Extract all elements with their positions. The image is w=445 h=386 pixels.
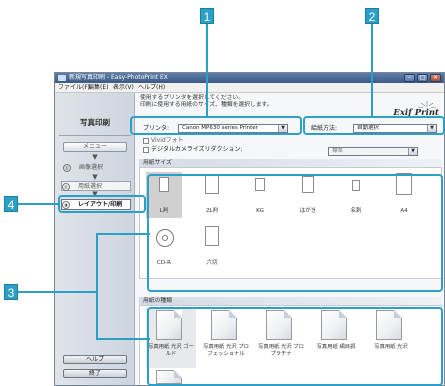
- vivid-photo-label: Vividフォト: [151, 137, 184, 144]
- media-type-frame: [147, 307, 443, 386]
- callout-line: [206, 24, 208, 116]
- callout-line: [18, 291, 98, 293]
- sidebar: 写真印刷 メニュー ▼ ① 画像選択 ▼ ② 用紙選択 ▼ ③ レイアウト/印刷 ヘル…: [55, 93, 135, 385]
- paper-size-header: 用紙サイズ: [139, 159, 442, 167]
- callout-4: 4: [4, 196, 18, 212]
- maximize-button[interactable]: □: [417, 74, 428, 82]
- callout-2: 2: [365, 8, 379, 24]
- step-number: ①: [63, 163, 71, 172]
- noise-reduction-value: 標準: [332, 148, 344, 154]
- noise-reduction-label: デジタルカメライズリダクション:: [151, 146, 243, 153]
- divider: [59, 135, 131, 136]
- noise-reduction-select[interactable]: 標準 ▼: [328, 147, 418, 156]
- instruction-line-1: 使用するプリンタを選択してください。: [140, 95, 244, 101]
- help-button[interactable]: ヘルプ: [63, 355, 127, 364]
- noise-reduction-checkbox[interactable]: [143, 147, 149, 153]
- menu-view[interactable]: 表示(V): [113, 83, 134, 92]
- sidebar-title: 写真印刷: [80, 118, 110, 127]
- menu-bar: ファイル(F) 編集(E) 表示(V) ヘルプ(H): [55, 83, 444, 93]
- callout-line: [96, 338, 150, 340]
- exit-button[interactable]: 終了: [63, 369, 127, 378]
- layout-print-frame: [58, 195, 146, 213]
- callout-line: [96, 233, 150, 235]
- arrow-down-icon: ▼: [92, 153, 98, 161]
- step-label: 画像選択: [79, 164, 104, 171]
- title-bar: 新規写真印刷 - Easy-PhotoPrint EX – □ ×: [55, 73, 444, 83]
- sparkle-icon: [417, 101, 437, 108]
- paper-size-frame: [147, 174, 443, 292]
- vivid-photo-checkbox[interactable]: [143, 138, 149, 144]
- printer-frame: [130, 116, 302, 135]
- menu-help[interactable]: ヘルプ(H): [138, 83, 165, 92]
- app-icon: [58, 75, 66, 81]
- menu-edit[interactable]: 編集(E): [88, 83, 108, 92]
- callout-line: [371, 24, 373, 116]
- callout-line: [96, 233, 98, 339]
- minimize-button[interactable]: –: [404, 74, 415, 82]
- callout-3: 3: [4, 284, 18, 300]
- menu-file[interactable]: ファイル(F): [58, 83, 90, 92]
- callout-1: 1: [200, 8, 214, 24]
- chevron-down-icon: ▼: [408, 148, 417, 155]
- callout-line: [18, 203, 60, 205]
- step-image-select[interactable]: ① 画像選択: [63, 163, 127, 173]
- close-button[interactable]: ×: [430, 74, 441, 82]
- window-title: 新規写真印刷 - Easy-PhotoPrint EX: [69, 74, 168, 81]
- media-type-header: 用紙の種類: [139, 297, 442, 305]
- arrow-down-icon: ▼: [92, 173, 98, 181]
- step-number: ②: [62, 182, 70, 191]
- paper-source-frame: [303, 116, 445, 135]
- menu-button[interactable]: メニュー: [63, 142, 127, 152]
- step-label: 用紙選択: [78, 183, 103, 190]
